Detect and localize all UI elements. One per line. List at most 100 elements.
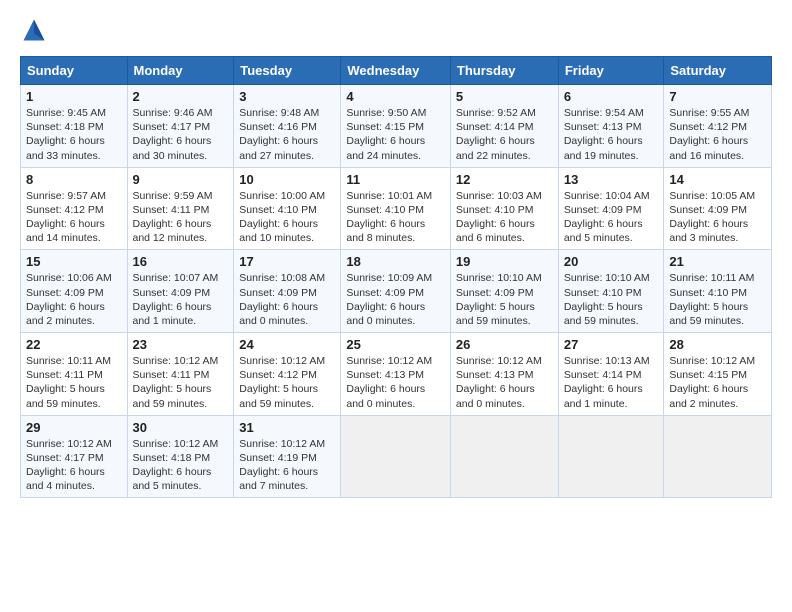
day-cell-3: 3 Sunrise: 9:48 AM Sunset: 4:16 PM Daylig… <box>234 85 341 168</box>
day-cell-6: 6Sunrise: 9:54 AM Sunset: 4:13 PM Daylig… <box>558 85 664 168</box>
header <box>20 16 772 44</box>
day-info-29: Sunrise: 10:12 AM Sunset: 4:17 PM Daylig… <box>26 437 122 494</box>
day-cell-12: 12 Sunrise: 10:03 AM Sunset: 4:10 PM Dayl… <box>450 167 558 250</box>
day-cell-4: 4 Sunrise: 9:50 AM Sunset: 4:15 PM Daylig… <box>341 85 451 168</box>
day-info-23: Sunrise: 10:12 AM Sunset: 4:11 PM Daylig… <box>133 354 229 411</box>
day-number-9: 9 <box>133 172 229 187</box>
day-number-21: 21 <box>669 254 766 269</box>
day-cell-27: 27 Sunrise: 10:13 AM Sunset: 4:14 PM Dayl… <box>558 333 664 416</box>
empty-cell <box>341 415 451 498</box>
day-cell-21: 21 Sunrise: 10:11 AM Sunset: 4:10 PM Dayl… <box>664 250 772 333</box>
empty-cell <box>664 415 772 498</box>
day-number-10: 10 <box>239 172 335 187</box>
day-info-21: Sunrise: 10:11 AM Sunset: 4:10 PM Daylig… <box>669 271 766 328</box>
col-header-wednesday: Wednesday <box>341 57 451 85</box>
day-info-26: Sunrise: 10:12 AM Sunset: 4:13 PM Daylig… <box>456 354 553 411</box>
day-number-30: 30 <box>133 420 229 435</box>
day-info-10: Sunrise: 10:00 AM Sunset: 4:10 PM Daylig… <box>239 189 335 246</box>
week-row-2: 8 Sunrise: 9:57 AM Sunset: 4:12 PM Daylig… <box>21 167 772 250</box>
day-cell-22: 22Sunrise: 10:11 AM Sunset: 4:11 PM Dayl… <box>21 333 128 416</box>
day-info-12: Sunrise: 10:03 AM Sunset: 4:10 PM Daylig… <box>456 189 553 246</box>
day-number-27: 27 <box>564 337 659 352</box>
day-info-3: Sunrise: 9:48 AM Sunset: 4:16 PM Dayligh… <box>239 106 335 163</box>
day-info-16: Sunrise: 10:07 AM Sunset: 4:09 PM Daylig… <box>133 271 229 328</box>
day-cell-17: 17Sunrise: 10:08 AM Sunset: 4:09 PM Dayl… <box>234 250 341 333</box>
calendar-header: SundayMondayTuesdayWednesdayThursdayFrid… <box>21 57 772 85</box>
day-number-1: 1 <box>26 89 122 104</box>
day-number-25: 25 <box>346 337 445 352</box>
day-cell-8: 8 Sunrise: 9:57 AM Sunset: 4:12 PM Daylig… <box>21 167 128 250</box>
day-info-1: Sunrise: 9:45 AM Sunset: 4:18 PM Dayligh… <box>26 106 122 163</box>
day-cell-5: 5 Sunrise: 9:52 AM Sunset: 4:14 PM Daylig… <box>450 85 558 168</box>
day-info-8: Sunrise: 9:57 AM Sunset: 4:12 PM Dayligh… <box>26 189 122 246</box>
week-row-4: 22Sunrise: 10:11 AM Sunset: 4:11 PM Dayl… <box>21 333 772 416</box>
day-number-17: 17 <box>239 254 335 269</box>
day-info-14: Sunrise: 10:05 AM Sunset: 4:09 PM Daylig… <box>669 189 766 246</box>
day-cell-28: 28 Sunrise: 10:12 AM Sunset: 4:15 PM Dayl… <box>664 333 772 416</box>
page: SundayMondayTuesdayWednesdayThursdayFrid… <box>0 0 792 612</box>
day-info-25: Sunrise: 10:12 AM Sunset: 4:13 PM Daylig… <box>346 354 445 411</box>
week-row-5: 29 Sunrise: 10:12 AM Sunset: 4:17 PM Dayl… <box>21 415 772 498</box>
day-info-27: Sunrise: 10:13 AM Sunset: 4:14 PM Daylig… <box>564 354 659 411</box>
week-row-3: 15Sunrise: 10:06 AM Sunset: 4:09 PM Dayl… <box>21 250 772 333</box>
col-header-thursday: Thursday <box>450 57 558 85</box>
col-header-monday: Monday <box>127 57 234 85</box>
day-number-11: 11 <box>346 172 445 187</box>
day-number-8: 8 <box>26 172 122 187</box>
day-info-30: Sunrise: 10:12 AM Sunset: 4:18 PM Daylig… <box>133 437 229 494</box>
day-number-13: 13 <box>564 172 659 187</box>
day-info-2: Sunrise: 9:46 AM Sunset: 4:17 PM Dayligh… <box>133 106 229 163</box>
day-cell-7: 7Sunrise: 9:55 AM Sunset: 4:12 PM Daylig… <box>664 85 772 168</box>
day-info-7: Sunrise: 9:55 AM Sunset: 4:12 PM Dayligh… <box>669 106 766 163</box>
day-info-11: Sunrise: 10:01 AM Sunset: 4:10 PM Daylig… <box>346 189 445 246</box>
day-cell-13: 13 Sunrise: 10:04 AM Sunset: 4:09 PM Dayl… <box>558 167 664 250</box>
day-number-29: 29 <box>26 420 122 435</box>
calendar-body: 1 Sunrise: 9:45 AM Sunset: 4:18 PM Daylig… <box>21 85 772 498</box>
day-info-20: Sunrise: 10:10 AM Sunset: 4:10 PM Daylig… <box>564 271 659 328</box>
day-number-18: 18 <box>346 254 445 269</box>
day-info-24: Sunrise: 10:12 AM Sunset: 4:12 PM Daylig… <box>239 354 335 411</box>
day-cell-2: 2 Sunrise: 9:46 AM Sunset: 4:17 PM Daylig… <box>127 85 234 168</box>
day-cell-18: 18 Sunrise: 10:09 AM Sunset: 4:09 PM Dayl… <box>341 250 451 333</box>
logo-icon <box>20 16 48 44</box>
day-number-28: 28 <box>669 337 766 352</box>
empty-cell <box>558 415 664 498</box>
day-cell-26: 26 Sunrise: 10:12 AM Sunset: 4:13 PM Dayl… <box>450 333 558 416</box>
day-cell-19: 19 Sunrise: 10:10 AM Sunset: 4:09 PM Dayl… <box>450 250 558 333</box>
day-number-4: 4 <box>346 89 445 104</box>
day-cell-30: 30 Sunrise: 10:12 AM Sunset: 4:18 PM Dayl… <box>127 415 234 498</box>
day-cell-23: 23 Sunrise: 10:12 AM Sunset: 4:11 PM Dayl… <box>127 333 234 416</box>
day-cell-10: 10 Sunrise: 10:00 AM Sunset: 4:10 PM Dayl… <box>234 167 341 250</box>
day-cell-15: 15Sunrise: 10:06 AM Sunset: 4:09 PM Dayl… <box>21 250 128 333</box>
day-info-19: Sunrise: 10:10 AM Sunset: 4:09 PM Daylig… <box>456 271 553 328</box>
day-info-28: Sunrise: 10:12 AM Sunset: 4:15 PM Daylig… <box>669 354 766 411</box>
day-cell-25: 25 Sunrise: 10:12 AM Sunset: 4:13 PM Dayl… <box>341 333 451 416</box>
day-number-14: 14 <box>669 172 766 187</box>
calendar-table: SundayMondayTuesdayWednesdayThursdayFrid… <box>20 56 772 498</box>
day-number-3: 3 <box>239 89 335 104</box>
day-number-24: 24 <box>239 337 335 352</box>
day-number-16: 16 <box>133 254 229 269</box>
empty-cell <box>450 415 558 498</box>
day-info-13: Sunrise: 10:04 AM Sunset: 4:09 PM Daylig… <box>564 189 659 246</box>
day-number-12: 12 <box>456 172 553 187</box>
day-cell-9: 9 Sunrise: 9:59 AM Sunset: 4:11 PM Daylig… <box>127 167 234 250</box>
day-info-15: Sunrise: 10:06 AM Sunset: 4:09 PM Daylig… <box>26 271 122 328</box>
day-number-22: 22 <box>26 337 122 352</box>
day-info-5: Sunrise: 9:52 AM Sunset: 4:14 PM Dayligh… <box>456 106 553 163</box>
day-info-31: Sunrise: 10:12 AM Sunset: 4:19 PM Daylig… <box>239 437 335 494</box>
day-number-23: 23 <box>133 337 229 352</box>
day-cell-20: 20 Sunrise: 10:10 AM Sunset: 4:10 PM Dayl… <box>558 250 664 333</box>
day-number-26: 26 <box>456 337 553 352</box>
col-header-saturday: Saturday <box>664 57 772 85</box>
day-number-5: 5 <box>456 89 553 104</box>
day-info-9: Sunrise: 9:59 AM Sunset: 4:11 PM Dayligh… <box>133 189 229 246</box>
day-number-20: 20 <box>564 254 659 269</box>
day-number-19: 19 <box>456 254 553 269</box>
day-cell-11: 11 Sunrise: 10:01 AM Sunset: 4:10 PM Dayl… <box>341 167 451 250</box>
col-header-tuesday: Tuesday <box>234 57 341 85</box>
day-cell-14: 14 Sunrise: 10:05 AM Sunset: 4:09 PM Dayl… <box>664 167 772 250</box>
day-number-2: 2 <box>133 89 229 104</box>
day-info-4: Sunrise: 9:50 AM Sunset: 4:15 PM Dayligh… <box>346 106 445 163</box>
day-info-18: Sunrise: 10:09 AM Sunset: 4:09 PM Daylig… <box>346 271 445 328</box>
